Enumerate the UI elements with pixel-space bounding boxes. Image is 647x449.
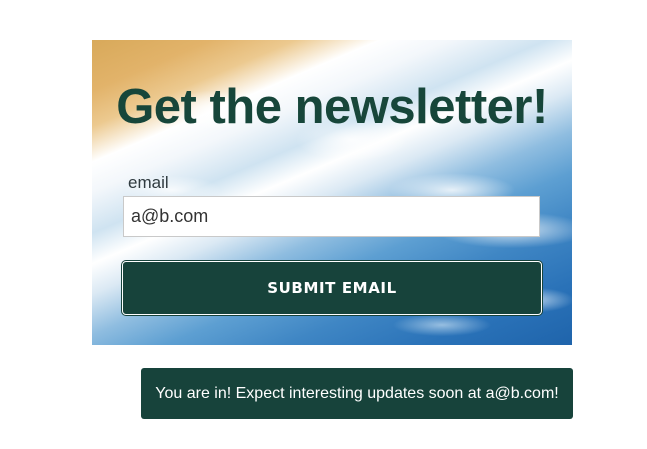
submit-email-button[interactable]: SUBMIT EMAIL <box>122 261 542 315</box>
newsletter-title: Get the newsletter! <box>116 80 548 134</box>
success-message: You are in! Expect interesting updates s… <box>141 368 573 419</box>
email-input[interactable] <box>123 196 540 237</box>
page: Get the newsletter! email SUBMIT EMAIL Y… <box>0 0 647 449</box>
email-label: email <box>128 173 169 192</box>
success-message-text: You are in! Expect interesting updates s… <box>155 384 559 402</box>
newsletter-card: Get the newsletter! email SUBMIT EMAIL <box>92 40 572 345</box>
